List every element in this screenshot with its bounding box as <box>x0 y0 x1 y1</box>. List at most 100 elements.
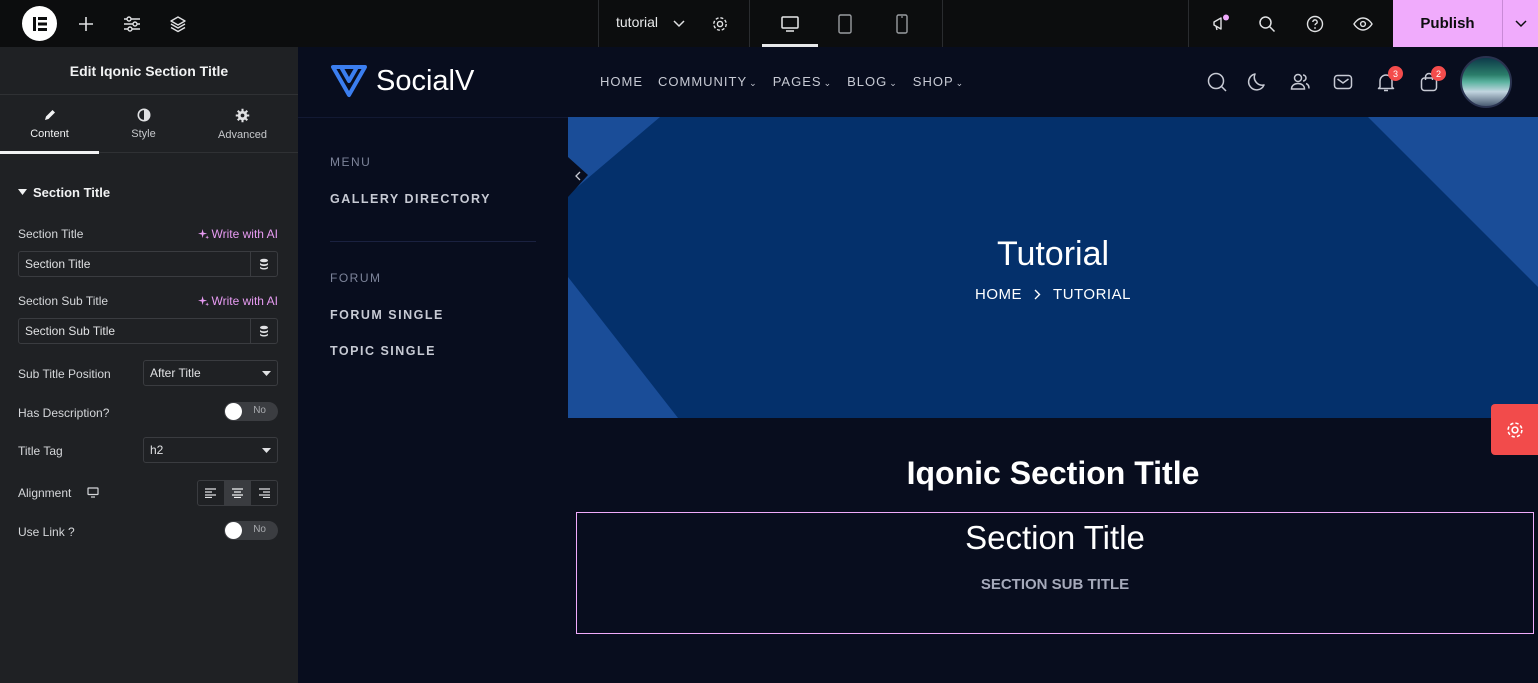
sub-title-input[interactable]: Section Sub Title <box>18 318 278 344</box>
nav-blog[interactable]: BLOG ⌄ <box>847 74 898 89</box>
use-link-toggle[interactable]: No <box>224 521 278 540</box>
editor-top-bar: tutorial Publish <box>0 0 1538 47</box>
nav-pages-label: PAGES <box>772 74 822 89</box>
tab-advanced[interactable]: Advanced <box>193 95 292 153</box>
chevron-down-icon: ⌄ <box>955 78 965 88</box>
tab-style[interactable]: Style <box>94 95 193 153</box>
mobile-view-icon[interactable] <box>888 0 916 47</box>
desktop-responsive-icon[interactable] <box>87 487 99 498</box>
page-name[interactable]: tutorial <box>616 14 658 30</box>
dark-mode-moon-icon[interactable] <box>1247 71 1269 93</box>
preview-eye-icon[interactable] <box>1350 0 1376 47</box>
nav-blog-label: BLOG <box>847 74 888 89</box>
chevron-down-icon: ⌄ <box>889 78 898 88</box>
has-description-toggle[interactable]: No <box>224 402 278 421</box>
whats-new-megaphone-icon[interactable] <box>1206 0 1234 47</box>
caret-down-icon <box>18 189 27 195</box>
gear-icon <box>1506 421 1523 438</box>
nav-community-label: COMMUNITY <box>658 74 748 89</box>
elementor-logo-icon[interactable] <box>22 6 57 41</box>
notifications-badge: 3 <box>1388 66 1403 81</box>
caret-down-icon <box>262 370 271 376</box>
divider <box>942 0 943 47</box>
write-with-ai-label: Write with AI <box>211 294 278 308</box>
panel-tabs: Content Style Advanced <box>0 95 298 154</box>
toggle-state: No <box>253 405 266 416</box>
site-settings-icon[interactable] <box>118 0 146 47</box>
toggle-knob <box>225 522 242 539</box>
tab-advanced-label: Advanced <box>218 128 267 141</box>
tab-style-label: Style <box>131 128 156 140</box>
title-tag-label: Title Tag <box>18 444 63 458</box>
use-link-label: Use Link ? <box>18 525 75 539</box>
side-menu-item-topic-single[interactable]: TOPIC SINGLE <box>330 344 436 358</box>
publish-options-chevron-icon[interactable] <box>1502 0 1538 47</box>
breadcrumb-current: TUTORIAL <box>1053 286 1131 303</box>
chevron-left-icon[interactable] <box>568 165 588 187</box>
site-search-icon[interactable] <box>1206 71 1228 93</box>
chevron-down-icon: ⌄ <box>749 78 758 88</box>
nav-home[interactable]: HOME <box>600 74 643 89</box>
write-with-ai-label: Write with AI <box>211 227 278 241</box>
alignment-label: Alignment <box>18 486 72 500</box>
sub-title-value[interactable]: Section Sub Title <box>19 319 250 343</box>
floating-settings-button[interactable] <box>1491 404 1538 455</box>
nav-shop[interactable]: SHOP ⌄ <box>913 74 964 89</box>
main-nav: HOME COMMUNITY ⌄ PAGES ⌄ BLOG ⌄ SHOP ⌄ <box>600 74 979 89</box>
widget-edit-panel: Edit Iqonic Section Title Content Style … <box>0 47 298 683</box>
write-with-ai-button[interactable]: Write with AI <box>197 294 278 308</box>
messages-mail-icon[interactable] <box>1332 71 1354 93</box>
breadcrumb-home[interactable]: HOME <box>975 286 1022 303</box>
pencil-icon <box>44 110 55 120</box>
user-avatar[interactable] <box>1460 56 1512 108</box>
search-icon[interactable] <box>1254 0 1280 47</box>
write-with-ai-button[interactable]: Write with AI <box>197 227 278 241</box>
section-title-value[interactable]: Section Title <box>19 252 250 276</box>
dynamic-tags-database-icon[interactable] <box>250 252 277 276</box>
nav-community[interactable]: COMMUNITY ⌄ <box>658 74 758 89</box>
title-tag-value: h2 <box>150 443 164 457</box>
nav-pages[interactable]: PAGES ⌄ <box>773 74 832 89</box>
section-sub-title: SECTION SUB TITLE <box>980 576 1130 593</box>
side-menu-item-forum-single[interactable]: FORUM SINGLE <box>330 308 444 322</box>
section-title-accordion[interactable]: Section Title <box>18 185 110 200</box>
side-menu-item-gallery-directory[interactable]: GALLERY DIRECTORY <box>330 192 491 206</box>
tab-content[interactable]: Content <box>0 95 99 154</box>
help-icon[interactable] <box>1302 0 1328 47</box>
chevron-down-icon: ⌄ <box>823 78 833 88</box>
accordion-label: Section Title <box>33 185 111 200</box>
site-logo[interactable]: SocialV <box>330 64 474 98</box>
side-menu-heading-menu: MENU <box>330 155 372 169</box>
publish-button[interactable]: Publish <box>1393 0 1502 47</box>
content-heading: Iqonic Section Title <box>906 455 1200 491</box>
divider <box>1188 0 1189 47</box>
title-tag-select[interactable]: h2 <box>143 437 278 463</box>
section-title-heading: Section Title <box>965 519 1145 556</box>
friends-icon[interactable] <box>1289 71 1311 93</box>
chevron-down-icon[interactable] <box>670 0 688 47</box>
section-title-label: Section Title <box>18 227 84 241</box>
tablet-view-icon[interactable] <box>830 0 860 47</box>
tab-content-label: Content <box>30 128 69 140</box>
align-right-icon[interactable] <box>251 481 277 505</box>
sub-title-position-select[interactable]: After Title <box>143 360 278 386</box>
side-menu: MENU GALLERY DIRECTORY FORUM FORUM SINGL… <box>298 117 568 683</box>
panel-title: Edit Iqonic Section Title <box>0 47 298 95</box>
toggle-state: No <box>253 524 266 535</box>
half-circle-icon <box>137 108 150 122</box>
site-preview: SocialV HOME COMMUNITY ⌄ PAGES ⌄ BLOG ⌄ SHO… <box>298 47 1538 683</box>
brand-name: SocialV <box>376 64 475 97</box>
align-left-icon[interactable] <box>198 481 225 505</box>
socialv-logo-icon <box>331 65 367 97</box>
align-center-icon[interactable] <box>224 481 252 505</box>
desktop-view-icon[interactable] <box>762 0 818 47</box>
nav-shop-label: SHOP <box>912 74 954 89</box>
page-settings-gear-icon[interactable] <box>706 0 734 47</box>
section-title-input[interactable]: Section Title <box>18 251 278 277</box>
structure-layers-icon[interactable] <box>164 0 192 47</box>
site-header: SocialV HOME COMMUNITY ⌄ PAGES ⌄ BLOG ⌄ SHO… <box>298 47 1538 117</box>
add-element-icon[interactable] <box>72 0 100 47</box>
sparkle-icon <box>197 295 209 306</box>
dynamic-tags-database-icon[interactable] <box>250 319 277 343</box>
selected-widget-section-title[interactable]: Section Title SECTION SUB TITLE <box>576 512 1534 634</box>
